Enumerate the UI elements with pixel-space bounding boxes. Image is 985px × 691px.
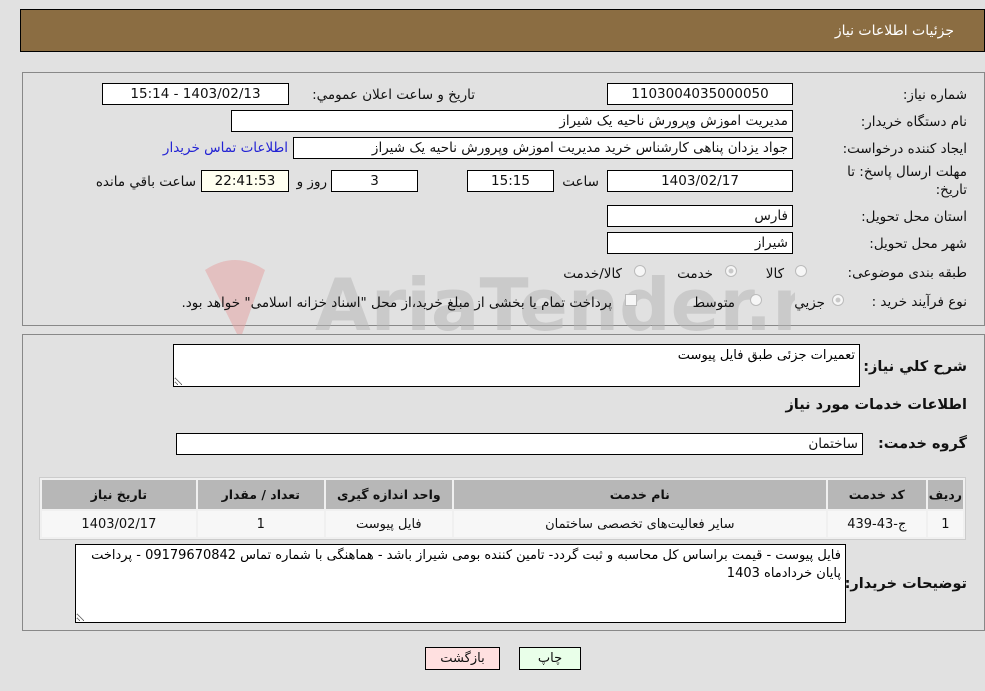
deadline-label-line2: تاریخ: (935, 182, 967, 198)
col-row-number: ردیف (927, 480, 963, 509)
category-radio-service[interactable] (725, 265, 737, 277)
treasury-note: پرداخت تمام یا بخشی از مبلغ خرید،از محل … (181, 295, 612, 311)
purchase-type-option-medium: متوسط (692, 295, 735, 311)
remaining-time-field: 22:41:53 (201, 170, 289, 192)
cell-quantity: 1 (197, 511, 324, 537)
purchase-type-label: نوع فرآیند خرید : (871, 294, 967, 310)
announce-datetime-field: 1403/02/13 - 15:14 (102, 83, 289, 105)
cell-service-name: سایر فعالیت‌های تخصصی ساختمان (453, 511, 826, 537)
page-header: جزئیات اطلاعات نیاز (20, 9, 985, 52)
announce-datetime-label: تاریخ و ساعت اعلان عمومي: (312, 87, 475, 103)
purchase-type-option-minor: جزيي (794, 295, 825, 311)
deadline-date-field: 1403/02/17 (607, 170, 793, 192)
service-group-field: ساختمان (176, 433, 863, 455)
category-label: طبقه بندی موضوعی: (847, 265, 967, 281)
summary-textarea[interactable]: تعمیرات جزئی طبق فایل پیوست (173, 344, 860, 387)
category-option-service: خدمت (677, 266, 713, 282)
col-unit: واحد اندازه گیری (325, 480, 452, 509)
category-radio-goods[interactable] (795, 265, 807, 277)
treasury-checkbox[interactable] (625, 294, 637, 306)
cell-need-date: 1403/02/17 (42, 511, 196, 537)
remaining-time-label: ساعت باقي مانده (95, 174, 196, 190)
category-option-goods-service: کالا/خدمت (563, 266, 622, 282)
province-label: استان محل تحویل: (861, 209, 967, 225)
service-group-label: گروه خدمت: (877, 436, 967, 452)
need-number-label: شماره نیاز: (902, 87, 967, 103)
buyer-org-label: نام دستگاه خریدار: (860, 114, 967, 130)
col-service-code: کد خدمت (827, 480, 926, 509)
category-radio-goods-service[interactable] (634, 265, 646, 277)
need-number-field: 1103004035000050 (607, 83, 793, 105)
city-label: شهر محل تحویل: (869, 236, 967, 252)
cell-row-number: 1 (927, 511, 963, 537)
deadline-time-field: 15:15 (467, 170, 554, 192)
table-row: 1 ج-43-439 سایر فعالیت‌های تخصصی ساختمان… (42, 511, 963, 537)
page-title: جزئیات اطلاعات نیاز (834, 23, 954, 39)
services-table: ردیف کد خدمت نام خدمت واحد اندازه گیری ت… (39, 477, 966, 540)
purchase-type-radio-medium[interactable] (750, 294, 762, 306)
buyer-notes-textarea[interactable]: فایل پیوست - قیمت براساس کل محاسبه و ثبت… (75, 544, 846, 623)
deadline-time-label: ساعت (562, 174, 599, 190)
buyer-org-field: مدیریت اموزش وپرورش ناحیه یک شیراز (231, 110, 793, 132)
print-button[interactable]: چاپ (519, 647, 581, 670)
col-service-name: نام خدمت (453, 480, 826, 509)
days-label: روز و (296, 174, 327, 190)
cell-unit: فایل پیوست (325, 511, 452, 537)
requester-label: ایجاد کننده درخواست: (842, 141, 967, 157)
province-field: فارس (607, 205, 793, 227)
buyer-notes-label: توضیحات خریدار: (844, 576, 967, 592)
remaining-days-field: 3 (331, 170, 418, 192)
city-field: شیراز (607, 232, 793, 254)
col-need-date: تاریخ نیاز (42, 480, 196, 509)
category-option-goods: کالا (765, 266, 784, 282)
table-header-row: ردیف کد خدمت نام خدمت واحد اندازه گیری ت… (42, 480, 963, 509)
summary-label: شرح کلي نیاز: (863, 359, 967, 375)
requester-field: جواد یزدان پناهی کارشناس خرید مدیریت امو… (293, 137, 793, 159)
purchase-type-radio-minor[interactable] (832, 294, 844, 306)
buyer-contact-link[interactable]: اطلاعات تماس خریدار (163, 140, 288, 156)
col-quantity: تعداد / مقدار (197, 480, 324, 509)
services-heading: اطلاعات خدمات مورد نیاز (785, 397, 967, 413)
deadline-label-line1: مهلت ارسال پاسخ: تا (847, 164, 967, 180)
cell-service-code: ج-43-439 (827, 511, 926, 537)
back-button[interactable]: بازگشت (425, 647, 500, 670)
